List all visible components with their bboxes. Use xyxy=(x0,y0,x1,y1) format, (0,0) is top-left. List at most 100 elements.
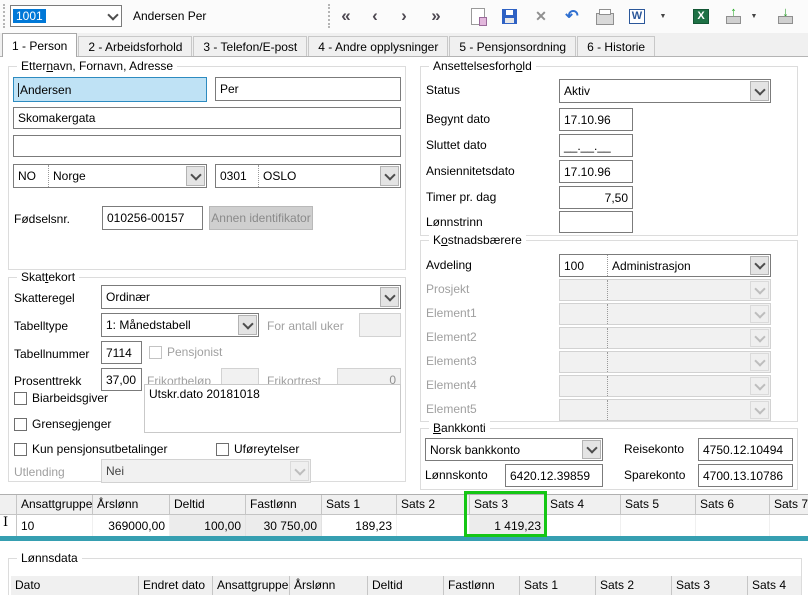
lastname-field[interactable]: Andersen xyxy=(13,77,207,102)
tab-person[interactable]: 1 - Person xyxy=(2,33,78,57)
cell-sats3[interactable]: 1 419,23 xyxy=(470,515,546,536)
last-record-icon[interactable]: » xyxy=(426,6,446,26)
uforeytelser-checkbox[interactable]: Uføreytelser xyxy=(216,442,299,456)
skatteregel-combo[interactable]: Ordinær xyxy=(101,285,401,309)
chevron-down-icon[interactable] xyxy=(238,315,257,335)
grensegjenger-checkbox[interactable]: Grensegjenger xyxy=(14,417,111,431)
element4-combo xyxy=(559,375,771,397)
print-icon[interactable] xyxy=(596,6,614,26)
cell-sats5[interactable] xyxy=(621,515,696,536)
element3-label: Element3 xyxy=(426,354,477,368)
payroll-person-window: 1001 Andersen Per « ‹ › » ✕ ↶ W ▼ X ↑ ▼ … xyxy=(0,0,808,595)
column-header: Dato xyxy=(11,576,139,595)
chevron-down-icon[interactable] xyxy=(107,8,119,21)
element1-label: Element1 xyxy=(426,306,477,320)
reisekonto-label: Reisekonto xyxy=(624,442,685,456)
element5-combo xyxy=(559,399,771,421)
salary-grid-header: Ansattgruppe Årslønn Deltid Fastlønn Sat… xyxy=(0,495,808,515)
new-record-icon[interactable] xyxy=(470,6,487,26)
biarbeidsgiver-checkbox[interactable]: Biarbeidsgiver xyxy=(14,391,108,405)
next-record-icon[interactable]: › xyxy=(397,6,411,26)
first-record-icon[interactable]: « xyxy=(336,6,356,26)
status-combo[interactable]: Aktiv xyxy=(559,79,771,103)
tabelltype-combo[interactable]: 1: Månedstabell xyxy=(101,313,259,337)
export-up-icon[interactable]: ↑ xyxy=(725,4,742,26)
cell-ansattgruppe[interactable]: 10 xyxy=(17,515,93,536)
tab-pensjonsordning[interactable]: 5 - Pensjonsordning xyxy=(449,36,577,57)
cell-arslonn[interactable]: 369000,00 xyxy=(93,515,170,536)
bankkonto-type-combo[interactable]: Norsk bankkonto xyxy=(425,438,603,461)
ansettelsesforhold-group-label: Ansettelsesforhold xyxy=(429,59,536,73)
element2-combo xyxy=(559,327,771,349)
undo-icon[interactable]: ↶ xyxy=(563,6,581,26)
cell-sats6[interactable] xyxy=(696,515,770,536)
skattekort-group: Skattekort Skatteregel Ordinær Tabelltyp… xyxy=(8,270,406,483)
tabellnummer-field[interactable]: 7114 xyxy=(101,341,142,364)
chevron-down-icon[interactable] xyxy=(750,256,769,275)
sparekonto-field[interactable]: 4700.13.10786 xyxy=(698,464,793,487)
toolbar-gripper-2[interactable] xyxy=(328,4,333,28)
lonnskonto-field[interactable]: 6420.12.39859 xyxy=(505,464,603,487)
cell-sats2[interactable] xyxy=(397,515,470,536)
column-header: Endret dato xyxy=(139,576,213,595)
previous-record-icon[interactable]: ‹ xyxy=(368,6,382,26)
column-header: Sats 3 xyxy=(672,576,748,595)
cell-fastlonn[interactable]: 30 750,00 xyxy=(246,515,322,536)
tab-telefon-epost[interactable]: 3 - Telefon/E-post xyxy=(193,36,308,57)
kostnadsbarere-group: Kostnadsbærere Avdeling 100 Administrasj… xyxy=(420,233,798,422)
column-header: Ansattgruppe xyxy=(213,576,290,595)
chevron-down-icon[interactable] xyxy=(186,166,205,186)
employee-id-value: 1001 xyxy=(13,9,46,23)
word-export-icon[interactable]: W xyxy=(629,6,645,26)
column-header: Fastlønn xyxy=(246,495,322,514)
import-down-icon[interactable]: ↓ xyxy=(777,4,794,26)
postal-combo[interactable]: 0301 OSLO xyxy=(215,164,401,188)
excel-export-icon[interactable]: X xyxy=(693,6,709,26)
address-line2-field[interactable] xyxy=(13,135,401,157)
export-dropdown-icon[interactable]: ▼ xyxy=(748,6,760,26)
firstname-field[interactable]: Per xyxy=(215,77,401,101)
toolbar-gripper[interactable] xyxy=(3,4,8,28)
name-address-group: Etternavn, Fornavn, Adresse Andersen Per… xyxy=(8,59,406,270)
employee-id-combo[interactable]: 1001 xyxy=(10,5,122,27)
tab-andre-opplysninger[interactable]: 4 - Andre opplysninger xyxy=(308,36,449,57)
tab-historie[interactable]: 6 - Historie xyxy=(577,36,656,57)
chevron-down-icon[interactable] xyxy=(380,287,399,307)
chevron-down-icon[interactable] xyxy=(380,166,399,186)
avdeling-combo[interactable]: 100 Administrasjon xyxy=(559,254,771,277)
fodselsnr-label: Fødselsnr. xyxy=(14,212,71,226)
cell-sats4[interactable] xyxy=(546,515,621,536)
cell-sats7[interactable] xyxy=(770,515,808,536)
delete-icon[interactable]: ✕ xyxy=(533,6,549,26)
address-line1-field[interactable]: Skomakergata xyxy=(13,107,401,129)
column-header: Fastlønn xyxy=(444,576,520,595)
chevron-down-icon[interactable] xyxy=(582,440,601,459)
prosenttrekk-field[interactable]: 37,00 xyxy=(101,368,142,391)
cell-sats1[interactable]: 189,23 xyxy=(322,515,397,536)
lonnsdata-group-label: Lønnsdata xyxy=(17,551,82,565)
salary-grid-row[interactable]: I 10 369000,00 100,00 30 750,00 189,23 1… xyxy=(0,515,808,536)
column-header: Sats 6 xyxy=(696,495,770,514)
country-combo[interactable]: NO Norge xyxy=(13,164,207,188)
column-header: Sats 1 xyxy=(322,495,397,514)
fodselsnr-field[interactable]: 010256-00157 xyxy=(102,206,203,230)
chevron-down-icon xyxy=(290,461,309,481)
sluttet-dato-field[interactable]: __.__.__ xyxy=(559,134,633,157)
lonnstrinn-field[interactable] xyxy=(559,211,633,233)
column-header: Ansattgruppe xyxy=(17,495,93,514)
cell-deltid[interactable]: 100,00 xyxy=(170,515,246,536)
save-icon[interactable] xyxy=(501,6,517,26)
timer-pr-dag-field[interactable]: 7,50 xyxy=(559,186,633,209)
kun-pensjonsutbetalinger-checkbox[interactable]: Kun pensjonsutbetalinger xyxy=(14,442,167,456)
ansiennitetsdato-field[interactable]: 17.10.96 xyxy=(559,160,633,183)
chevron-down-icon[interactable] xyxy=(750,81,769,101)
column-header: Sats 2 xyxy=(397,495,470,514)
chevron-down-icon xyxy=(750,377,769,395)
begynt-dato-field[interactable]: 17.10.96 xyxy=(559,108,633,131)
column-header: Årslønn xyxy=(290,576,368,595)
column-header: Sats 5 xyxy=(621,495,696,514)
word-export-dropdown-icon[interactable]: ▼ xyxy=(657,6,669,26)
tab-arbeidsforhold[interactable]: 2 - Arbeidsforhold xyxy=(78,36,193,57)
chevron-down-icon xyxy=(750,353,769,371)
reisekonto-field[interactable]: 4750.12.10494 xyxy=(698,438,793,461)
